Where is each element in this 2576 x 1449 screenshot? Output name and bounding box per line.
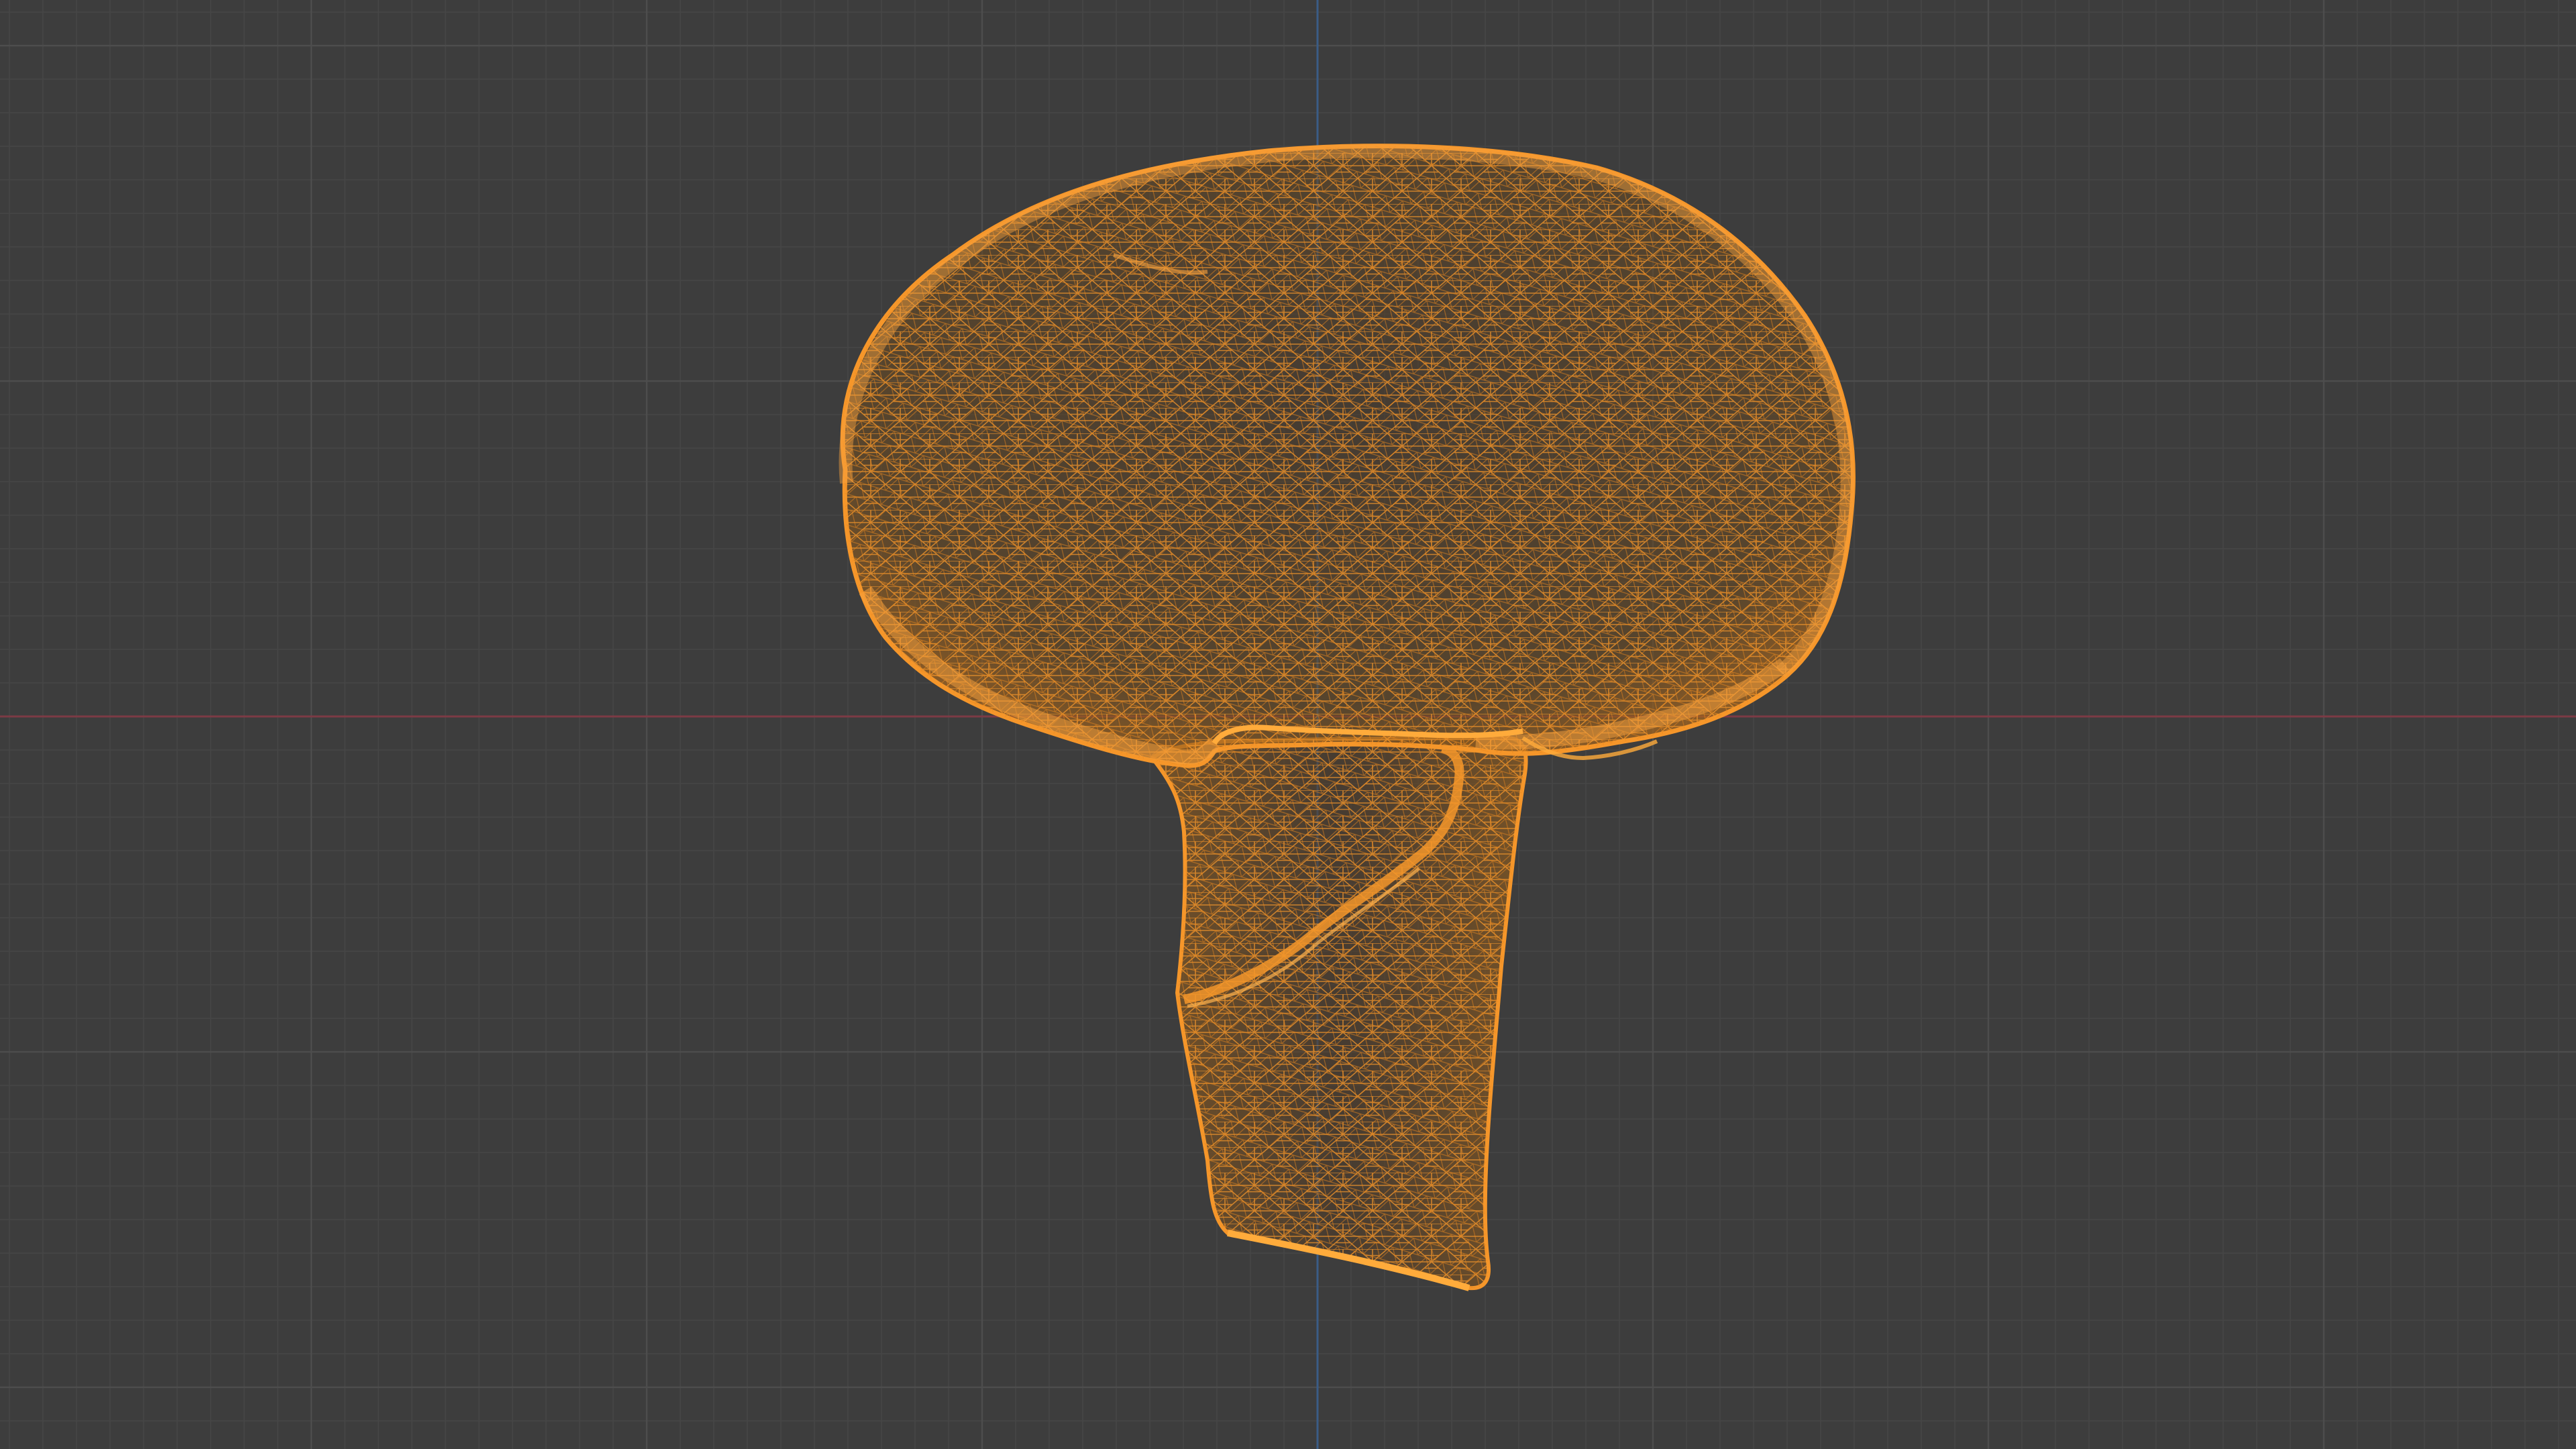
viewport-canvas[interactable] [0,0,2576,1449]
mushroom-cap[interactable] [839,144,1856,768]
3d-viewport[interactable] [0,0,2576,1449]
mushroom-stem[interactable] [1149,735,1528,1291]
